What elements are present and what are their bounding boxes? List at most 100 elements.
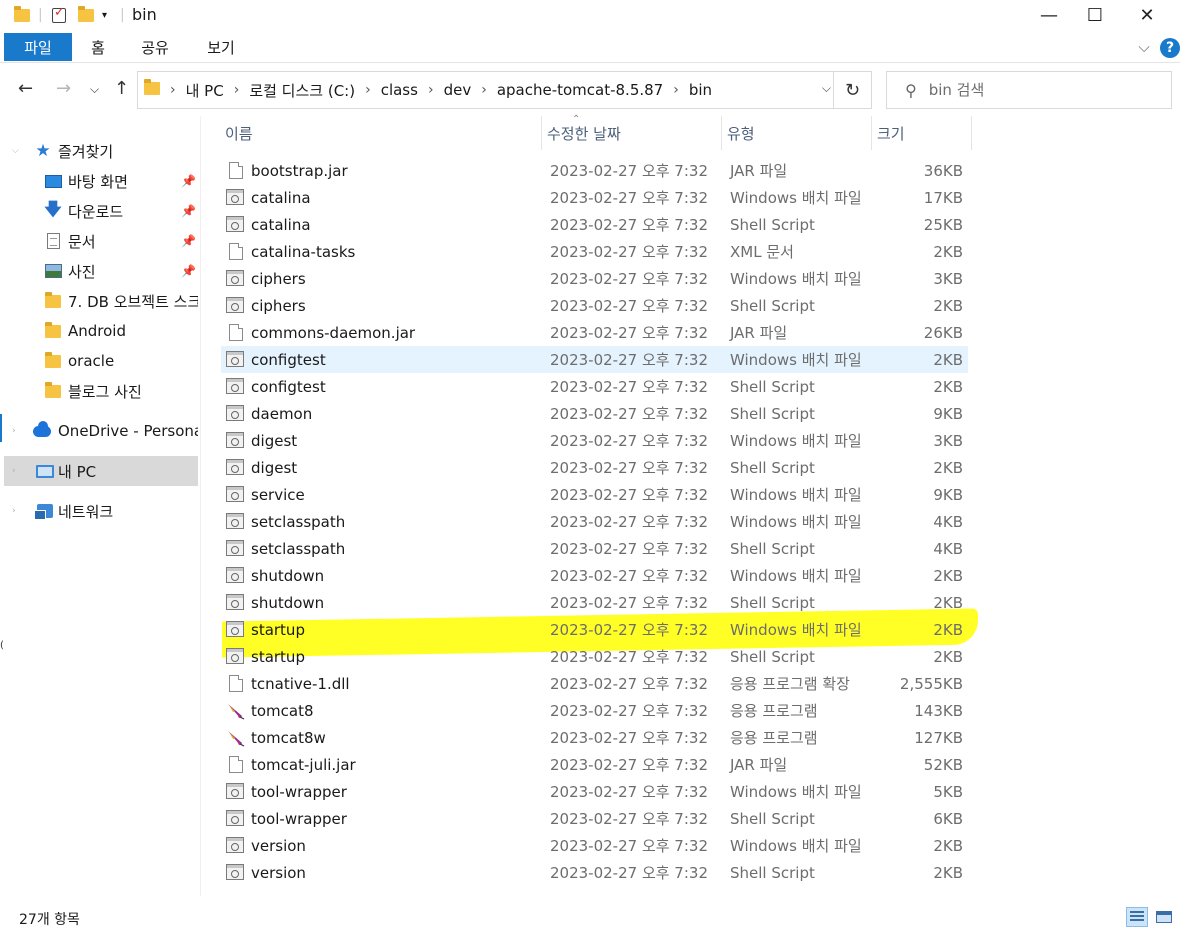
file-row[interactable]: startup 2023-02-27 오후 7:32 Shell Script 2KB <box>221 643 968 670</box>
file-type: Windows 배치 파일 <box>730 270 862 288</box>
file-name: catalina <box>251 188 311 207</box>
pin-icon[interactable]: 📌 <box>181 204 196 218</box>
address-bar[interactable]: › 내 PC › 로컬 디스크 (C:) › class › dev › apa… <box>137 71 872 109</box>
pane-divider[interactable] <box>200 116 201 896</box>
large-icons-view-button[interactable] <box>1153 907 1175 927</box>
file-row[interactable]: setclasspath 2023-02-27 오후 7:32 Shell Scri… <box>221 535 968 562</box>
expand-icon[interactable]: ⌵ <box>12 146 19 156</box>
file-row[interactable]: service 2023-02-27 오후 7:32 Windows 배치 파일 9K… <box>221 481 968 508</box>
tab-view[interactable]: 보기 <box>196 33 246 61</box>
column-header-name[interactable]: 이름 <box>220 116 542 150</box>
file-row[interactable]: digest 2023-02-27 오후 7:32 Windows 배치 파일 3KB <box>221 427 968 454</box>
file-row[interactable]: daemon 2023-02-27 오후 7:32 Shell Script 9KB <box>221 400 968 427</box>
maximize-button[interactable]: ☐ <box>1072 0 1118 30</box>
sidebar-item-onedrive[interactable]: › OneDrive - Personal <box>0 416 198 446</box>
sidebar-item-blog-photos[interactable]: 블로그 사진 <box>0 376 198 406</box>
pin-icon[interactable]: 📌 <box>181 174 196 188</box>
column-header-type[interactable]: 유형 <box>722 116 872 150</box>
column-header-size[interactable]: 크기 <box>872 116 972 150</box>
crumb-my-pc[interactable]: 내 PC <box>186 80 224 101</box>
sidebar-item-pictures[interactable]: 사진 📌 <box>0 256 198 286</box>
file-row[interactable]: ciphers 2023-02-27 오후 7:32 Shell Script 2KB <box>221 292 968 319</box>
file-row[interactable]: version 2023-02-27 오후 7:32 Windows 배치 파일 2K… <box>221 832 968 859</box>
crumb-separator-icon[interactable]: › <box>365 82 371 98</box>
file-row[interactable]: tool-wrapper 2023-02-27 오후 7:32 Shell Scri… <box>221 805 968 832</box>
quick-access-dropdown-icon[interactable]: ▾ <box>102 6 107 24</box>
folder-icon[interactable] <box>14 5 30 24</box>
help-icon[interactable]: ? <box>1160 38 1180 58</box>
pin-icon[interactable]: 📌 <box>181 234 196 248</box>
file-row[interactable]: configtest 2023-02-27 오후 7:32 Windows 배치 파… <box>221 346 968 373</box>
recent-locations-icon[interactable]: ⌵ <box>90 82 99 97</box>
file-row[interactable]: shutdown 2023-02-27 오후 7:32 Shell Script 2K… <box>221 589 968 616</box>
address-folder-icon <box>144 79 160 99</box>
file-date: 2023-02-27 오후 7:32 <box>550 459 708 477</box>
details-view-button[interactable] <box>1126 907 1148 927</box>
search-box[interactable]: ⚲ <box>886 71 1172 109</box>
close-button[interactable]: ✕ <box>1124 0 1170 30</box>
file-row[interactable]: tomcat-juli.jar 2023-02-27 오후 7:32 JAR 파일 5… <box>221 751 968 778</box>
file-row[interactable]: configtest 2023-02-27 오후 7:32 Shell Script… <box>221 373 968 400</box>
sidebar-item-oracle[interactable]: oracle <box>0 346 198 376</box>
crumb-class[interactable]: class <box>381 81 418 99</box>
file-row[interactable]: bootstrap.jar 2023-02-27 오후 7:32 JAR 파일 36K… <box>221 157 968 184</box>
file-row[interactable]: tomcat8 2023-02-27 오후 7:32 응용 프로그램 143KB <box>221 697 968 724</box>
sidebar-item-downloads[interactable]: 🡇 다운로드 📌 <box>0 196 198 226</box>
sidebar-item-quick-access[interactable]: ⌵ ★ 즐겨찾기 <box>0 136 198 166</box>
file-row[interactable]: digest 2023-02-27 오후 7:32 Shell Script 2KB <box>221 454 968 481</box>
tab-share[interactable]: 공유 <box>130 33 180 61</box>
file-row[interactable]: tool-wrapper 2023-02-27 오후 7:32 Windows 배치… <box>221 778 968 805</box>
properties-icon[interactable] <box>52 5 66 24</box>
pin-icon[interactable]: 📌 <box>181 264 196 278</box>
column-header-date[interactable]: 수정한 날짜 <box>542 116 722 150</box>
crumb-separator-icon[interactable]: › <box>170 82 176 98</box>
file-row[interactable]: version 2023-02-27 오후 7:32 Shell Script 2KB <box>221 859 968 886</box>
file-row[interactable]: catalina-tasks 2023-02-27 오후 7:32 XML 문서 2K… <box>221 238 968 265</box>
file-name: setclasspath <box>251 512 346 531</box>
ribbon-collapse-icon[interactable]: ⌵ <box>1132 33 1156 61</box>
crumb-separator-icon[interactable]: › <box>673 82 679 98</box>
file-row[interactable]: tomcat8w 2023-02-27 오후 7:32 응용 프로그램 127KB <box>221 724 968 751</box>
sidebar-item-db-objects[interactable]: 7. DB 오브젝트 스크 <box>0 286 198 316</box>
address-dropdown-icon[interactable]: ⌵ <box>822 81 831 96</box>
search-input[interactable] <box>928 81 1149 99</box>
file-row[interactable]: ciphers 2023-02-27 오후 7:32 Windows 배치 파일 3K… <box>221 265 968 292</box>
crumb-separator-icon[interactable]: › <box>234 82 240 98</box>
refresh-button[interactable]: ↻ <box>833 72 871 108</box>
crumb-separator-icon[interactable]: › <box>481 82 487 98</box>
expand-icon[interactable]: › <box>12 506 16 516</box>
file-row[interactable]: shutdown 2023-02-27 오후 7:32 Windows 배치 파일 2… <box>221 562 968 589</box>
file-row[interactable]: catalina 2023-02-27 오후 7:32 Shell Script 25… <box>221 211 968 238</box>
file-name: tool-wrapper <box>251 782 347 801</box>
sidebar-item-android[interactable]: Android <box>0 316 198 346</box>
up-button[interactable]: ↑ <box>114 78 129 99</box>
file-row[interactable]: tcnative-1.dll 2023-02-27 오후 7:32 응용 프로그램 … <box>221 670 968 697</box>
expand-icon[interactable]: › <box>12 426 16 436</box>
sidebar-item-documents[interactable]: 문서 📌 <box>0 226 198 256</box>
crumb-tomcat[interactable]: apache-tomcat-8.5.87 <box>497 81 663 99</box>
back-button[interactable]: ← <box>18 78 33 99</box>
file-row[interactable]: startup 2023-02-27 오후 7:32 Windows 배치 파일 2K… <box>221 616 968 643</box>
crumb-bin[interactable]: bin <box>689 81 712 99</box>
tab-file[interactable]: 파일 <box>4 33 72 61</box>
crumb-dev[interactable]: dev <box>444 81 472 99</box>
sidebar-item-desktop[interactable]: 바탕 화면 📌 <box>0 166 198 196</box>
tab-home[interactable]: 홈 <box>78 33 118 61</box>
file-row[interactable]: catalina 2023-02-27 오후 7:32 Windows 배치 파일 1… <box>221 184 968 211</box>
crumb-local-disk[interactable]: 로컬 디스크 (C:) <box>249 80 355 101</box>
forward-button[interactable]: → <box>56 78 71 99</box>
file-size: 2KB <box>933 863 963 882</box>
script-file-icon <box>226 459 244 475</box>
file-size: 26KB <box>923 323 963 342</box>
new-folder-icon[interactable] <box>78 5 94 24</box>
crumb-separator-icon[interactable]: › <box>428 82 434 98</box>
file-row[interactable]: setclasspath 2023-02-27 오후 7:32 Windows 배치… <box>221 508 968 535</box>
sidebar-item-network[interactable]: › 네트워크 <box>0 496 198 526</box>
file-date: 2023-02-27 오후 7:32 <box>550 675 708 693</box>
sidebar-item-my-pc[interactable]: › 내 PC <box>4 456 198 486</box>
file-row[interactable]: commons-daemon.jar 2023-02-27 오후 7:32 JAR … <box>221 319 968 346</box>
document-icon <box>44 233 62 249</box>
expand-icon[interactable]: › <box>12 466 16 476</box>
file-date: 2023-02-27 오후 7:32 <box>550 378 708 396</box>
minimize-button[interactable]: — <box>1026 0 1072 30</box>
